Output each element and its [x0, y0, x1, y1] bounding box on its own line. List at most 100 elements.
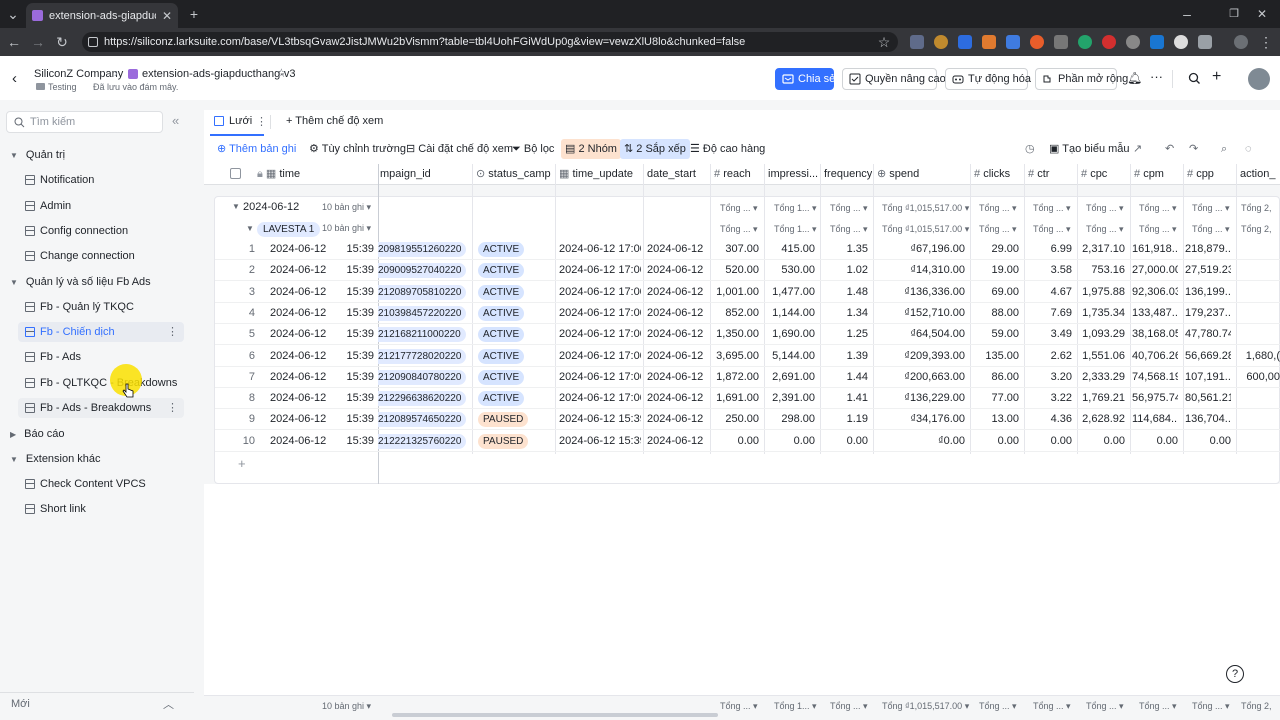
row-number[interactable]: 1: [237, 239, 255, 260]
cell-reach[interactable]: 0.00: [712, 431, 759, 452]
cell-date[interactable]: 2024-06-12: [270, 388, 334, 409]
tab-grid-view[interactable]: Lưới: [229, 115, 252, 127]
summary-frequency[interactable]: Tổng ... ▾: [830, 224, 868, 235]
cell-time-update[interactable]: 2024-06-12 15:39: [559, 431, 641, 452]
cell-date-start[interactable]: 2024-06-12: [647, 388, 709, 409]
sidebar-footer-new[interactable]: Mới: [11, 698, 30, 710]
cell-impressions[interactable]: 1,144.00: [766, 303, 815, 324]
cell-reach[interactable]: 520.00: [712, 260, 759, 281]
cell-action[interactable]: [1238, 239, 1280, 260]
footer-summary-spend[interactable]: Tổng ₫1,015,517.00 ▾: [882, 701, 969, 712]
cell-impressions[interactable]: 1,477.00: [766, 282, 815, 303]
cell-ctr[interactable]: 4.67: [1026, 282, 1072, 303]
cell-action[interactable]: [1238, 260, 1280, 281]
cell-cpp[interactable]: 80,561.21: [1185, 388, 1231, 409]
summary-impressions[interactable]: Tổng 1... ▾: [774, 224, 817, 235]
sidebar-item-check-content-vpcs[interactable]: Check Content VPCS: [18, 474, 184, 494]
cell-impressions[interactable]: 415.00: [766, 239, 815, 260]
sort-button[interactable]: ⇅ 2 Sắp xếp: [620, 139, 690, 159]
row-height-button[interactable]: ☰ Độ cao hàng: [690, 139, 765, 159]
footer-summary-action[interactable]: Tổng 2,: [1241, 701, 1272, 711]
cell-action[interactable]: [1238, 282, 1280, 303]
extension-icon-8[interactable]: [1078, 35, 1092, 49]
column-header-time[interactable]: 🔒︎ ▦ time: [257, 164, 375, 184]
cell-action[interactable]: [1238, 303, 1280, 324]
history-icon[interactable]: ◷: [1025, 139, 1035, 159]
cell-clicks[interactable]: 77.00: [972, 388, 1019, 409]
add-view-button[interactable]: + Thêm chế độ xem: [286, 115, 383, 127]
browser-tab[interactable]: extension-ads-giapducthang-v3 ✕: [26, 3, 178, 28]
column-header-cpm[interactable]: # cpm: [1134, 164, 1182, 184]
back-arrow-icon[interactable]: ‹: [12, 70, 17, 87]
cell-cpc[interactable]: 2,628.92: [1079, 409, 1125, 430]
cell-cpc[interactable]: 1,975.88: [1079, 282, 1125, 303]
cell-ctr[interactable]: 3.58: [1026, 260, 1072, 281]
sidebar-item-admin[interactable]: Admin: [18, 196, 184, 216]
cell-date-start[interactable]: 2024-06-12: [647, 431, 709, 452]
cell-time-update[interactable]: 2024-06-12 17:00: [559, 303, 641, 324]
cell-cpm[interactable]: 27,000.00: [1132, 260, 1178, 281]
back-icon[interactable]: ←: [4, 32, 24, 52]
cell-campaign-id[interactable]: 209819551260220: [378, 239, 470, 260]
cell-reach[interactable]: 250.00: [712, 409, 759, 430]
cell-spend[interactable]: ₫209,393.00: [875, 346, 965, 367]
cell-spend[interactable]: ₫200,663.00: [875, 367, 965, 388]
cell-frequency[interactable]: 1.44: [822, 367, 868, 388]
extension-icon-1[interactable]: [910, 35, 924, 49]
row-number[interactable]: 6: [237, 346, 255, 367]
row-number[interactable]: 4: [237, 303, 255, 324]
cell-time[interactable]: 15:39: [334, 346, 374, 367]
group-count-date[interactable]: 10 bản ghi ▾: [322, 202, 371, 213]
sidebar-group-report[interactable]: ▶ Báo cáo: [10, 428, 65, 440]
cell-frequency[interactable]: 0.00: [822, 431, 868, 452]
item-more-icon[interactable]: ⋮: [167, 322, 178, 342]
cell-campaign-id[interactable]: 212177728020220: [378, 346, 470, 367]
cell-cpc[interactable]: 1,735.34: [1079, 303, 1125, 324]
cell-reach[interactable]: 1,872.00: [712, 367, 759, 388]
horizontal-scrollbar[interactable]: [392, 713, 718, 717]
cell-status[interactable]: ACTIVE: [478, 260, 552, 281]
folder-name[interactable]: Testing: [48, 82, 77, 92]
sidebar-group-fb-ads[interactable]: ▼ Quản lý và số liệu Fb Ads: [10, 276, 151, 288]
automation-button[interactable]: Tự động hóa: [945, 68, 1031, 90]
cell-reach[interactable]: 852.00: [712, 303, 759, 324]
extension-icon-3[interactable]: [958, 35, 972, 49]
summary-clicks[interactable]: Tổng ... ▾: [979, 203, 1017, 214]
cell-status[interactable]: PAUSED: [478, 409, 552, 430]
cell-cpp[interactable]: 136,199...: [1185, 282, 1231, 303]
more-icon[interactable]: ···: [1150, 69, 1163, 84]
summary-cpp[interactable]: Tổng ... ▾: [1192, 203, 1230, 214]
cell-time-update[interactable]: 2024-06-12 17:00: [559, 239, 641, 260]
extension-icon-6[interactable]: [1030, 35, 1044, 49]
cell-time[interactable]: 15:39: [334, 324, 374, 345]
cell-ctr[interactable]: 0.00: [1026, 431, 1072, 452]
cell-spend[interactable]: ₫136,336.00: [875, 282, 965, 303]
cell-status[interactable]: PAUSED: [478, 431, 552, 452]
cell-ctr[interactable]: 3.49: [1026, 324, 1072, 345]
sidebar-item-change-connection[interactable]: Change connection: [18, 246, 184, 266]
cell-cpp[interactable]: 27,519.23: [1185, 260, 1231, 281]
cell-clicks[interactable]: 135.00: [972, 346, 1019, 367]
cell-clicks[interactable]: 29.00: [972, 239, 1019, 260]
cell-campaign-id[interactable]: 210398457220220: [378, 303, 470, 324]
cell-spend[interactable]: ₫34,176.00: [875, 409, 965, 430]
cell-cpm[interactable]: 114,684...: [1132, 409, 1178, 430]
column-header-spend[interactable]: ⊕ spend: [877, 164, 969, 184]
sidebar-item-fb-quan-ly-tkqc[interactable]: Fb - Quản lý TKQC: [18, 297, 184, 317]
cell-cpm[interactable]: 161,918...: [1132, 239, 1178, 260]
cell-clicks[interactable]: 59.00: [972, 324, 1019, 345]
footer-summary-reach[interactable]: Tổng ... ▾: [720, 701, 758, 712]
cell-ctr[interactable]: 3.20: [1026, 367, 1072, 388]
extension-icon-5[interactable]: [1006, 35, 1020, 49]
summary-cpm[interactable]: Tổng ... ▾: [1139, 224, 1177, 235]
extension-icon-12[interactable]: [1174, 35, 1188, 49]
undo-icon[interactable]: ↶: [1165, 139, 1174, 159]
cell-ctr[interactable]: 2.62: [1026, 346, 1072, 367]
column-header-impressions[interactable]: impressi...: [768, 164, 818, 184]
address-bar[interactable]: https://siliconz.larksuite.com/base/VL3t…: [82, 32, 898, 52]
view-more-icon[interactable]: ⋮: [256, 115, 267, 128]
cell-impressions[interactable]: 5,144.00: [766, 346, 815, 367]
cell-time[interactable]: 15:39: [334, 303, 374, 324]
column-header-cpp[interactable]: # cpp: [1187, 164, 1235, 184]
group-count-account[interactable]: 10 bản ghi ▾: [322, 223, 371, 234]
